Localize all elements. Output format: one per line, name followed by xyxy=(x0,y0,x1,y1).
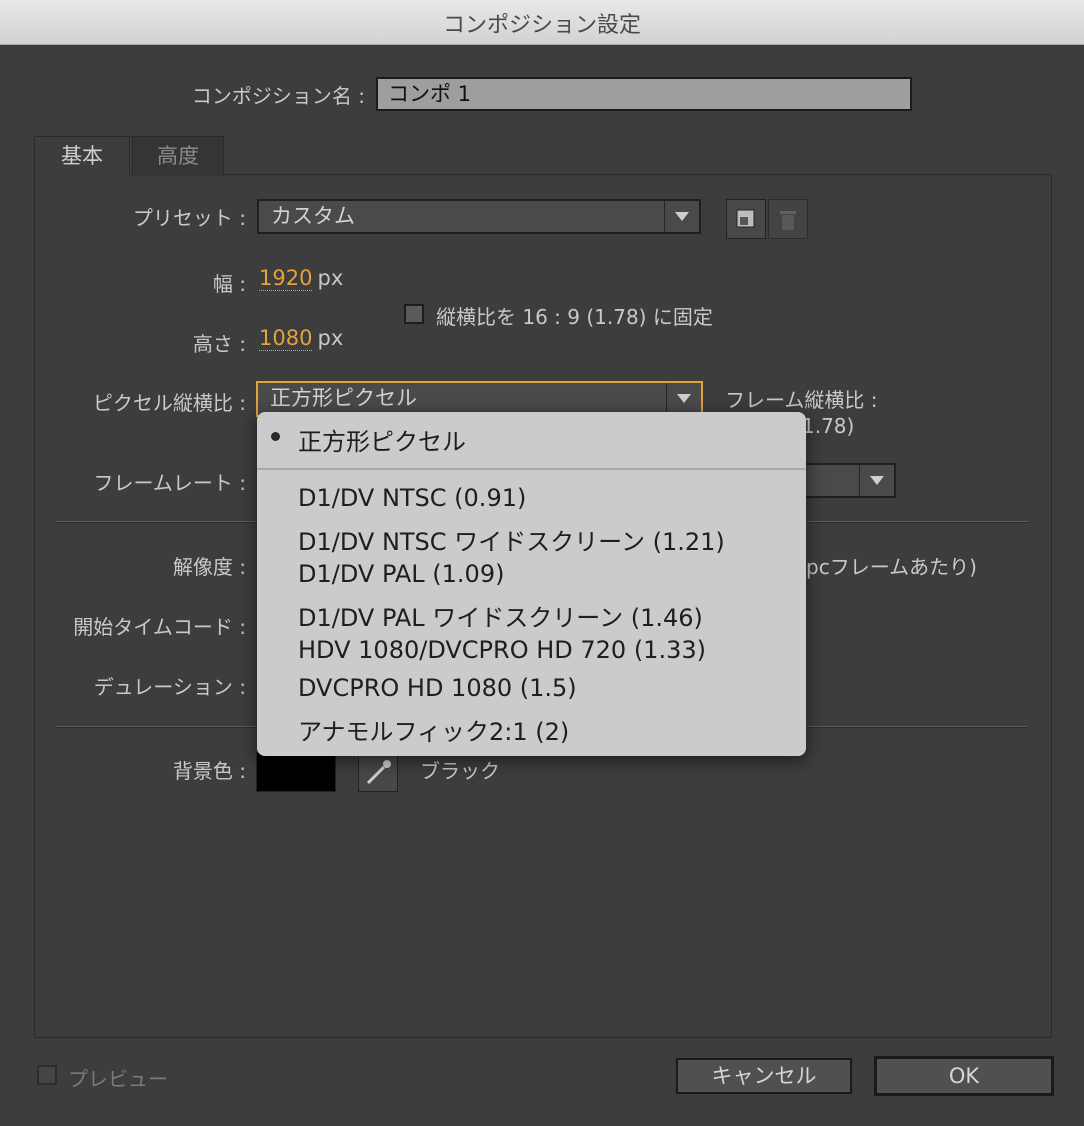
width-unit: px xyxy=(317,266,344,290)
pixel-aspect-value: 正方形ピクセル xyxy=(270,386,417,410)
preview-checkbox[interactable] xyxy=(37,1065,57,1085)
background-color-swatch[interactable] xyxy=(256,752,336,792)
menu-item-square-pixels[interactable]: 正方形ピクセル xyxy=(298,422,466,457)
tab-advanced[interactable]: 高度 xyxy=(132,136,224,176)
save-preset-icon xyxy=(736,209,755,228)
preset-label: プリセット : xyxy=(132,206,246,230)
menu-item[interactable]: DVCPRO HD 1080 (1.5) xyxy=(298,674,577,702)
lock-aspect-label: 縦横比を 16 : 9 (1.78) に固定 xyxy=(436,305,713,329)
tab-basic[interactable]: 基本 xyxy=(34,136,130,177)
height-field[interactable]: 1080 px xyxy=(259,326,344,351)
chevron-down-icon xyxy=(666,383,701,415)
frame-rate-label: フレームレート : xyxy=(93,471,247,495)
preset-value: カスタム xyxy=(271,204,355,228)
selected-bullet-icon xyxy=(271,432,280,441)
resolution-label: 解像度 : xyxy=(172,555,246,579)
eyedropper-button[interactable] xyxy=(358,752,398,792)
eyedropper-icon xyxy=(366,760,391,785)
comp-name-label: コンポジション名 : xyxy=(191,84,365,108)
menu-separator xyxy=(257,468,806,470)
height-unit: px xyxy=(317,326,344,350)
preset-dropdown[interactable]: カスタム xyxy=(257,199,701,234)
start-timecode-label: 開始タイムコード : xyxy=(73,615,246,639)
duration-label: デュレーション : xyxy=(93,675,246,699)
cancel-button[interactable]: キャンセル xyxy=(676,1058,852,1094)
menu-item[interactable]: アナモルフィック2:1 (2) xyxy=(298,712,569,747)
preview-label: プレビュー xyxy=(68,1067,168,1091)
title-bar: コンポジション設定 xyxy=(0,0,1084,45)
menu-item[interactable]: HDV 1080/DVCPRO HD 720 (1.33) xyxy=(298,636,706,664)
delete-preset-button[interactable] xyxy=(768,199,808,239)
pixel-aspect-label: ピクセル縦横比 : xyxy=(92,391,246,415)
background-color-label: 背景色 : xyxy=(172,759,246,783)
comp-name-input[interactable]: コンポ 1 xyxy=(376,77,912,111)
width-field[interactable]: 1920 px xyxy=(259,266,344,291)
frame-aspect-label: フレーム縦横比 : xyxy=(725,388,878,412)
frame-aspect-value: 1.78) xyxy=(802,414,855,438)
height-label: 高さ : xyxy=(192,332,246,356)
chevron-down-icon xyxy=(859,465,894,496)
menu-item[interactable]: D1/DV PAL ワイドスクリーン (1.46) xyxy=(298,598,703,633)
width-value[interactable]: 1920 xyxy=(259,266,313,291)
menu-item[interactable]: D1/DV NTSC (0.91) xyxy=(298,484,526,512)
pixel-aspect-menu: 正方形ピクセル D1/DV NTSC (0.91) D1/DV NTSC ワイド… xyxy=(257,412,806,756)
trash-icon xyxy=(780,211,796,230)
menu-item[interactable]: D1/DV NTSC ワイドスクリーン (1.21) xyxy=(298,522,725,557)
window-title: コンポジション設定 xyxy=(442,13,641,38)
resolution-info: pcフレームあたり) xyxy=(806,555,977,579)
menu-item[interactable]: D1/DV PAL (1.09) xyxy=(298,560,504,588)
lock-aspect-checkbox[interactable] xyxy=(404,304,424,324)
save-preset-button[interactable] xyxy=(726,199,766,239)
width-label: 幅 : xyxy=(212,272,246,296)
chevron-down-icon xyxy=(664,201,699,232)
background-color-name: ブラック xyxy=(420,759,500,783)
height-value[interactable]: 1080 xyxy=(259,326,313,351)
ok-button[interactable]: OK xyxy=(874,1056,1054,1096)
